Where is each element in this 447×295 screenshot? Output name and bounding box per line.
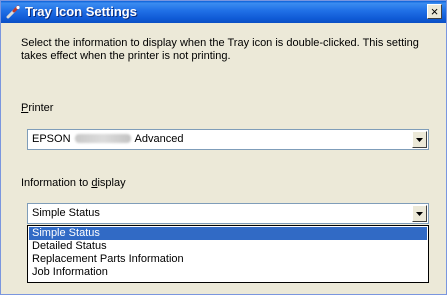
printer-select-value: EPSON Advanced xyxy=(32,133,183,145)
info-display-value: Simple Status xyxy=(32,207,100,219)
close-button[interactable]: × xyxy=(427,4,442,19)
printer-label: Printer xyxy=(21,102,53,114)
printer-value-suffix: Advanced xyxy=(134,133,184,145)
option-detailed-status[interactable]: Detailed Status xyxy=(29,240,427,253)
printer-label-rest: rinter xyxy=(28,102,54,114)
info-label-prefix: Information to xyxy=(21,177,92,189)
window-title: Tray Icon Settings xyxy=(25,4,137,19)
option-replacement-parts-information[interactable]: Replacement Parts Information xyxy=(29,253,427,266)
info-dropdown-button[interactable] xyxy=(412,205,427,222)
option-simple-status[interactable]: Simple Status xyxy=(29,227,427,240)
wrench-icon xyxy=(6,5,21,19)
tray-icon-settings-dialog: Tray Icon Settings × Select the informat… xyxy=(0,0,447,295)
chevron-down-icon xyxy=(416,211,423,216)
info-display-label: Information to display xyxy=(21,177,126,189)
printer-value-prefix: EPSON xyxy=(32,133,71,145)
info-label-rest: isplay xyxy=(97,177,126,189)
title-bar[interactable]: Tray Icon Settings × xyxy=(1,1,446,23)
close-icon: × xyxy=(430,4,439,19)
option-job-information[interactable]: Job Information xyxy=(29,266,427,279)
printer-dropdown-button[interactable] xyxy=(412,131,427,148)
info-display-dropdown-list[interactable]: Simple Status Detailed Status Replacemen… xyxy=(27,225,429,283)
redacted-model-name xyxy=(74,133,131,143)
info-display-select[interactable]: Simple Status xyxy=(27,203,429,224)
printer-select[interactable]: EPSON Advanced xyxy=(27,129,429,150)
description-text: Select the information to display when t… xyxy=(21,37,419,62)
chevron-down-icon xyxy=(416,137,423,142)
